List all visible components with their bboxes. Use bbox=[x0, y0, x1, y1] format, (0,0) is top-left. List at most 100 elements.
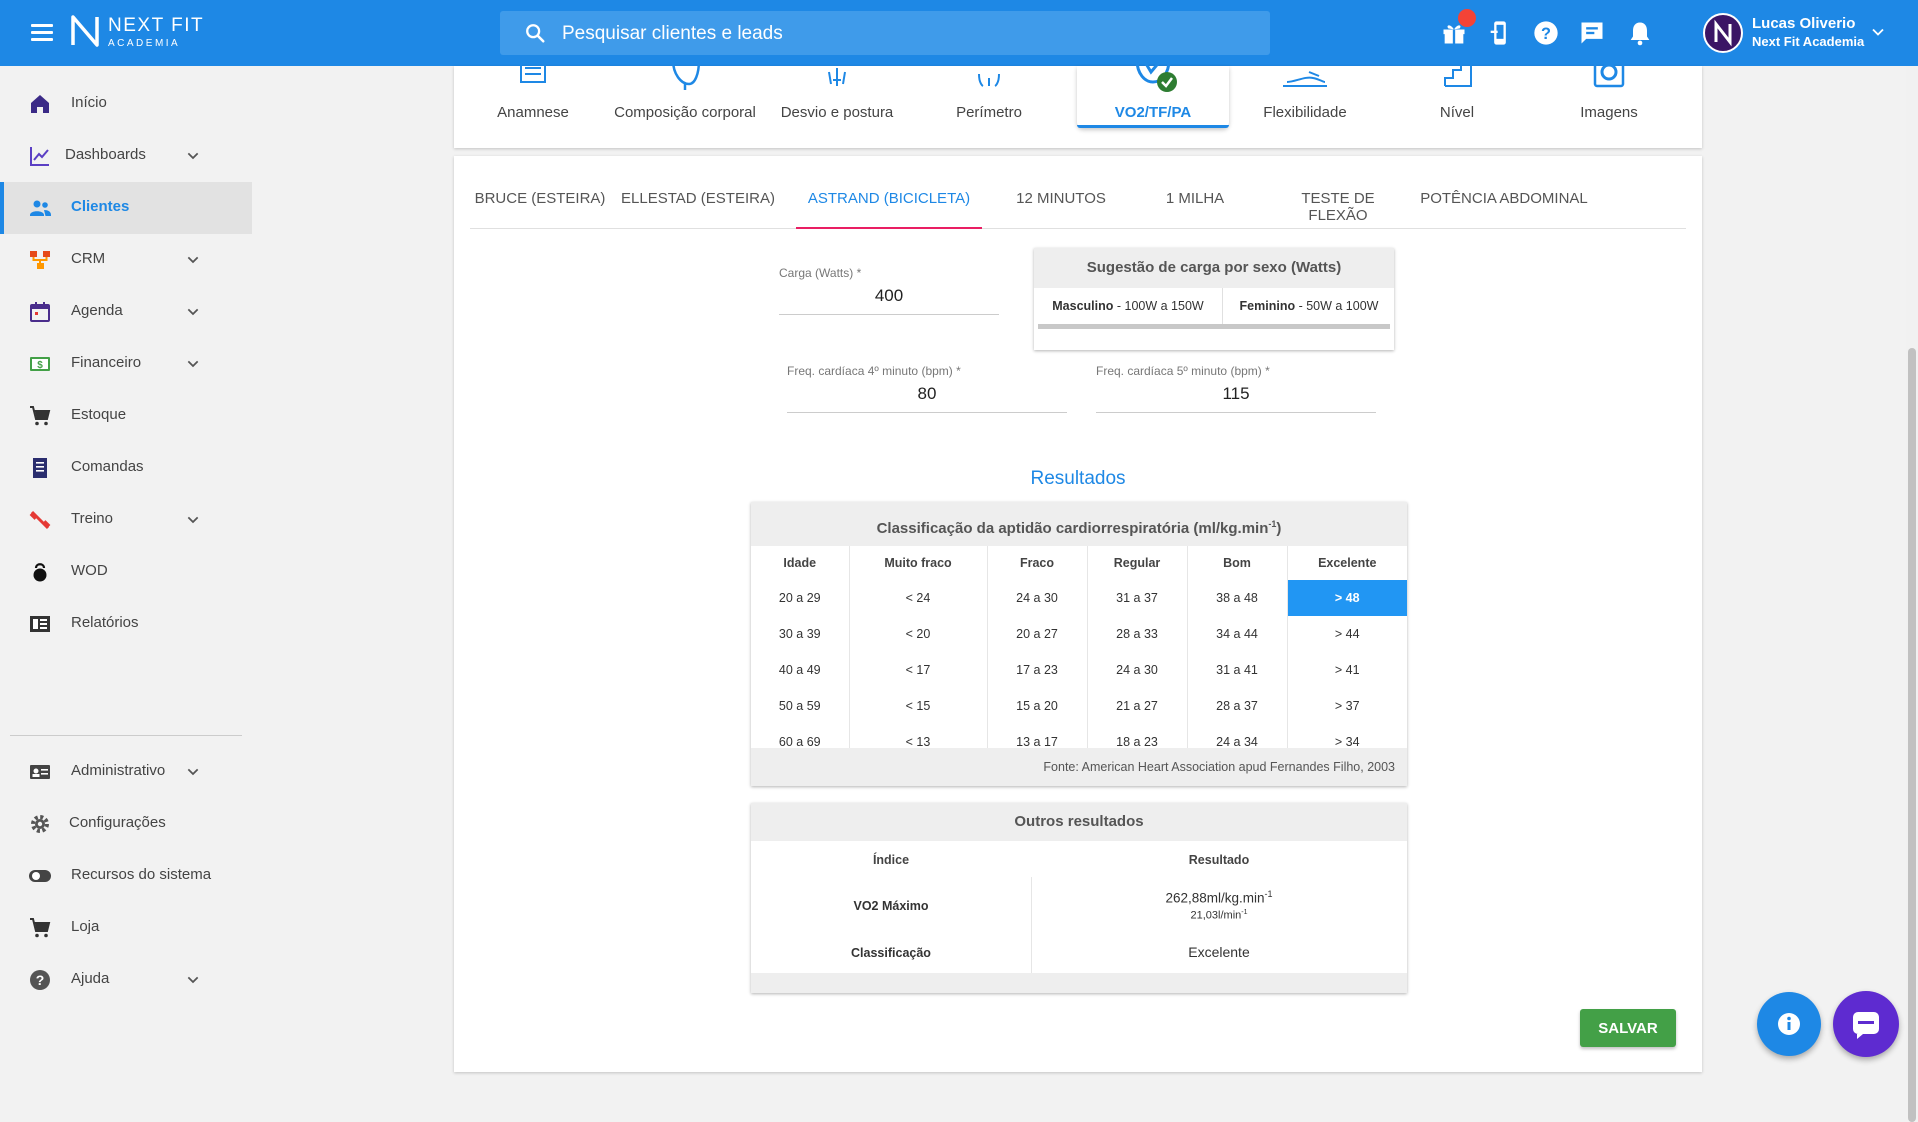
tab-astrand[interactable]: ASTRAND (BICICLETA) bbox=[796, 190, 982, 229]
sidebar-item-configuracoes[interactable]: Configurações bbox=[0, 798, 252, 850]
tab-desvio-postura[interactable]: Desvio e postura bbox=[761, 66, 913, 148]
table-cell: 30 a 39 bbox=[778, 627, 821, 641]
sidebar-item-loja[interactable]: Loja bbox=[0, 902, 252, 954]
tab-imagens[interactable]: Imagens bbox=[1533, 60, 1685, 148]
fc4-label: Freq. cardíaca 4º minuto (bpm) * bbox=[787, 364, 961, 378]
cart-icon bbox=[30, 406, 51, 426]
tab-12-minutos[interactable]: 12 MINUTOS bbox=[1002, 190, 1120, 228]
id-card-icon bbox=[30, 765, 50, 779]
help-icon[interactable]: ? bbox=[1532, 19, 1560, 47]
device-icon[interactable] bbox=[1486, 19, 1514, 47]
sitemap-icon bbox=[30, 251, 50, 269]
table-row: 20 a 29 < 24 24 a 30 31 a 37 38 a 48 > 4… bbox=[751, 580, 1407, 616]
classification-title: Classificação da aptidão cardiorrespirat… bbox=[751, 502, 1407, 546]
table-cell: < 15 bbox=[848, 688, 987, 724]
vo2-label: VO2 Máximo bbox=[853, 899, 929, 913]
people-icon bbox=[30, 200, 51, 216]
sidebar-item-label: Financeiro bbox=[71, 354, 142, 371]
fc5-input[interactable] bbox=[1096, 378, 1376, 413]
sidebar-item-dashboards[interactable]: Dashboards bbox=[0, 130, 252, 182]
chevron-down-icon bbox=[187, 768, 199, 776]
other-results-title: Outros resultados bbox=[751, 803, 1407, 841]
tab-flexibilidade[interactable]: Flexibilidade bbox=[1229, 66, 1381, 148]
body-composition-icon bbox=[671, 60, 701, 90]
money-icon: $ bbox=[30, 357, 50, 371]
page-scrollbar[interactable] bbox=[1906, 66, 1918, 1122]
protocol-tabs: BRUCE (ESTEIRA) ELLESTAD (ESTEIRA) ASTRA… bbox=[470, 156, 1686, 229]
logo-text: NEXT FIT bbox=[108, 15, 205, 36]
tab-nivel[interactable]: Nível bbox=[1381, 60, 1533, 148]
sidebar-item-ajuda[interactable]: ? Ajuda bbox=[0, 954, 252, 1006]
sidebar-item-recursos[interactable]: Recursos do sistema bbox=[0, 850, 252, 902]
cart-icon bbox=[30, 918, 51, 938]
tab-1-milha[interactable]: 1 MILHA bbox=[1140, 190, 1250, 228]
sidebar-item-estoque[interactable]: Estoque bbox=[0, 390, 252, 442]
posture-icon bbox=[828, 68, 846, 86]
sidebar-item-inicio[interactable]: Início bbox=[0, 78, 252, 130]
receipt-icon bbox=[33, 458, 47, 478]
col-result-header: Resultado bbox=[1188, 853, 1250, 867]
scrollbar-thumb[interactable] bbox=[1908, 348, 1916, 1122]
table-row: 30 a 39 < 20 20 a 27 28 a 33 34 a 44 > 4… bbox=[751, 616, 1407, 652]
table-header: Fraco bbox=[986, 546, 1087, 580]
tab-teste-flexao[interactable]: TESTE DE FLEXÃO bbox=[1270, 190, 1406, 228]
suggestion-male: Masculino - 100W a 150W bbox=[1052, 299, 1204, 313]
sidebar-item-crm[interactable]: CRM bbox=[0, 234, 252, 286]
vo2-absolute-value: 21,03l/min-1 bbox=[1190, 909, 1248, 922]
tab-potencia-abdominal[interactable]: POTÊNCIA ABDOMINAL bbox=[1418, 190, 1590, 228]
tab-ellestad[interactable]: ELLESTAD (ESTEIRA) bbox=[618, 190, 778, 228]
user-name[interactable]: Lucas Oliverio bbox=[1752, 15, 1855, 32]
chat-icon[interactable] bbox=[1578, 19, 1606, 47]
user-company: Next Fit Academia bbox=[1752, 34, 1865, 49]
tab-anamnese[interactable]: Anamnese bbox=[457, 60, 609, 148]
fc4-input[interactable] bbox=[787, 378, 1067, 413]
sidebar-item-relatorios[interactable]: Relatórios bbox=[0, 598, 252, 650]
chevron-down-icon bbox=[187, 308, 199, 316]
search-bar bbox=[500, 11, 1270, 57]
table-cell: 50 a 59 bbox=[778, 699, 821, 713]
suggestion-title: Sugestão de carga por sexo (Watts) bbox=[1034, 248, 1394, 288]
fc4-field: Freq. cardíaca 4º minuto (bpm) * bbox=[787, 364, 1067, 413]
avatar-logo-icon bbox=[1714, 19, 1732, 47]
sidebar-item-clientes[interactable]: Clientes bbox=[0, 182, 252, 234]
sidebar-item-administrativo[interactable]: Administrativo bbox=[0, 746, 252, 798]
tab-label: Composição corporal bbox=[614, 104, 756, 121]
highlighted-cell: > 48 bbox=[1286, 580, 1407, 616]
table-header: Muito fraco bbox=[848, 546, 987, 580]
sidebar-item-comandas[interactable]: Comandas bbox=[0, 442, 252, 494]
chevron-down-icon[interactable] bbox=[1868, 22, 1888, 42]
table-cell: 24 a 30 bbox=[1086, 652, 1187, 688]
carga-field: Carga (Watts) * bbox=[779, 266, 999, 315]
save-button[interactable]: SALVAR bbox=[1580, 1009, 1676, 1047]
sidebar-item-label: Administrativo bbox=[71, 762, 166, 779]
table-cell: < 20 bbox=[848, 616, 987, 652]
bell-icon[interactable] bbox=[1626, 19, 1654, 47]
tab-label: Imagens bbox=[1580, 104, 1638, 121]
table-cell: 34 a 44 bbox=[1186, 616, 1287, 652]
table-cell: 31 a 41 bbox=[1186, 652, 1287, 688]
suggestion-scrollbar[interactable] bbox=[1038, 324, 1390, 329]
sidebar-item-treino[interactable]: Treino bbox=[0, 494, 252, 546]
sidebar-item-financeiro[interactable]: $ Financeiro bbox=[0, 338, 252, 390]
info-button[interactable] bbox=[1757, 992, 1821, 1056]
tab-vo2-tf-pa[interactable]: VO2/TF/PA bbox=[1077, 60, 1229, 128]
carga-input[interactable] bbox=[779, 280, 999, 315]
stairs-icon bbox=[1444, 60, 1472, 87]
sidebar-item-wod[interactable]: WOD bbox=[0, 546, 252, 598]
chart-line-icon bbox=[30, 147, 49, 166]
chat-button[interactable] bbox=[1833, 991, 1899, 1057]
sidebar-item-label: CRM bbox=[71, 250, 106, 267]
table-cell: 20 a 29 bbox=[778, 591, 821, 605]
search-input[interactable] bbox=[560, 11, 1254, 57]
table-header: Idade bbox=[783, 556, 817, 570]
menu-icon[interactable] bbox=[28, 21, 56, 45]
tab-bruce[interactable]: BRUCE (ESTEIRA) bbox=[470, 190, 610, 228]
table-cell: > 41 bbox=[1286, 652, 1407, 688]
sidebar-item-label: Estoque bbox=[71, 406, 127, 423]
tab-perimetro[interactable]: Perímetro bbox=[913, 66, 1065, 148]
tab-composicao-corporal[interactable]: Composição corporal bbox=[609, 60, 761, 148]
calendar-icon bbox=[30, 302, 50, 322]
avatar[interactable] bbox=[1703, 13, 1743, 53]
sidebar-item-agenda[interactable]: Agenda bbox=[0, 286, 252, 338]
toggle-icon bbox=[29, 870, 51, 882]
